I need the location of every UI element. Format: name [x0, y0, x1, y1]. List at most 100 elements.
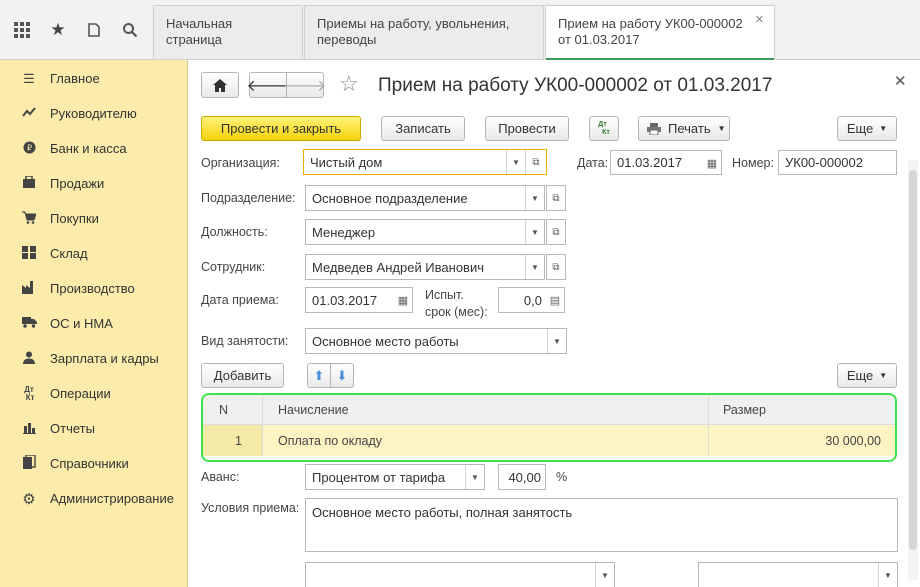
employment-value: Основное место работы: [312, 333, 459, 349]
chevron-down-icon[interactable]: ▼: [525, 255, 544, 279]
probation-label-1: Испыт.: [425, 288, 464, 302]
position-field[interactable]: Менеджер ▼: [305, 219, 545, 245]
table-more-button[interactable]: Еще ▼: [837, 363, 897, 388]
chevron-down-icon[interactable]: ▼: [595, 563, 614, 587]
dropdown-icon[interactable]: ▼: [506, 150, 525, 174]
probation-field[interactable]: 0,0 ▤: [498, 287, 565, 313]
tab-hiring-list[interactable]: Приемы на работу, увольнения, переводы: [304, 5, 544, 59]
menu-icon: ☰: [23, 70, 35, 86]
home-icon: [213, 78, 227, 92]
more-button[interactable]: Еще ▼: [837, 116, 897, 141]
chevron-down-icon[interactable]: ▼: [547, 329, 566, 353]
hire-date-field[interactable]: 01.03.2017 ▦: [305, 287, 413, 313]
advance-value-field[interactable]: 40,00: [498, 464, 546, 490]
open-icon[interactable]: ⧉: [546, 185, 566, 211]
cut-off-field[interactable]: ▼: [305, 562, 615, 587]
save-button[interactable]: Записать: [381, 116, 465, 141]
date-value: 01.03.2017: [617, 155, 683, 170]
vertical-scrollbar[interactable]: [908, 160, 918, 580]
move-down-button[interactable]: ⬇: [330, 363, 354, 388]
row-accrual[interactable]: Оплата по окладу: [263, 425, 709, 456]
column-header-n[interactable]: N: [203, 395, 263, 424]
table-row[interactable]: 1 Оплата по окладу 30 000,00: [203, 425, 895, 456]
sidebar-item-warehouse[interactable]: Склад: [0, 236, 187, 271]
organization-field[interactable]: Чистый дом ▼ ⧉: [303, 149, 547, 175]
employee-field[interactable]: Медведев Андрей Иванович ▼: [305, 254, 545, 280]
cut-off-field-right[interactable]: ▼: [698, 562, 898, 587]
column-header-accrual[interactable]: Начисление: [263, 395, 709, 424]
conditions-textarea[interactable]: Основное место работы, полная занятость: [305, 498, 898, 552]
print-button[interactable]: Печать ▼: [638, 116, 730, 141]
tab-home[interactable]: Начальная страница: [153, 5, 303, 59]
calendar-icon[interactable]: ▦: [704, 155, 720, 171]
sidebar-item-purchases[interactable]: Покупки: [0, 201, 187, 236]
open-icon[interactable]: ⧉: [546, 254, 566, 280]
trend-icon: [20, 106, 38, 121]
search-icon[interactable]: [112, 12, 148, 48]
sidebar-item-assets[interactable]: ОС и НМА: [0, 306, 187, 341]
chevron-down-icon: ▼: [879, 124, 888, 133]
star-icon[interactable]: ★: [40, 12, 76, 48]
page-title: Прием на работу УК00-000002 от 01.03.201…: [378, 75, 773, 96]
number-value: УК00-000002: [785, 155, 863, 170]
open-icon[interactable]: ⧉: [525, 150, 546, 174]
more-label: Еще: [846, 121, 874, 136]
add-button[interactable]: Добавить: [201, 363, 284, 388]
apps-grid-icon[interactable]: [4, 12, 40, 48]
sidebar-item-main[interactable]: ☰ Главное: [0, 61, 187, 96]
dt-kt-button[interactable]: Дт Кт: [589, 116, 619, 141]
sidebar-item-admin[interactable]: ⚙ Администрирование: [0, 481, 187, 516]
department-field[interactable]: Основное подразделение ▼: [305, 185, 545, 211]
date-field[interactable]: 01.03.2017 ▦: [610, 150, 722, 175]
chevron-down-icon[interactable]: ▼: [525, 186, 544, 210]
calculator-icon[interactable]: ▤: [547, 292, 563, 308]
calendar-icon[interactable]: ▦: [395, 292, 411, 308]
close-icon[interactable]: ✕: [755, 12, 764, 28]
favorite-star-icon[interactable]: ☆: [339, 71, 359, 97]
history-icon[interactable]: [76, 12, 112, 48]
gear-icon: ⚙: [22, 490, 36, 508]
open-icon[interactable]: ⧉: [546, 219, 566, 245]
number-field[interactable]: УК00-000002: [778, 150, 897, 175]
move-up-button[interactable]: ⬆: [307, 363, 331, 388]
sidebar-item-operations[interactable]: Дт Кт Операции: [0, 376, 187, 411]
sidebar-item-label: Банк и касса: [50, 141, 127, 156]
people-icon: [20, 351, 38, 367]
tab-hiring-document[interactable]: Прием на работу УК00-000002 от 01.03.201…: [545, 5, 775, 61]
sidebar-item-bank[interactable]: ₽ Банк и касса: [0, 131, 187, 166]
organization-value: Чистый дом: [310, 154, 383, 170]
sidebar-item-label: Операции: [50, 386, 111, 401]
sidebar-item-label: Склад: [50, 246, 88, 261]
post-button[interactable]: Провести: [485, 116, 569, 141]
sidebar-item-label: Отчеты: [50, 421, 95, 436]
chevron-down-icon[interactable]: ▼: [465, 465, 484, 489]
advance-type-field[interactable]: Процентом от тарифа ▼: [305, 464, 485, 490]
chevron-down-icon[interactable]: ▼: [525, 220, 544, 244]
column-header-amount[interactable]: Размер: [709, 395, 895, 424]
chevron-down-icon[interactable]: ▼: [878, 563, 897, 587]
scrollbar-thumb[interactable]: [909, 170, 917, 550]
forward-button[interactable]: 🡒: [284, 72, 326, 98]
probation-value: 0,0: [523, 292, 542, 308]
row-amount[interactable]: 30 000,00: [709, 425, 895, 456]
sidebar-item-reports[interactable]: Отчеты: [0, 411, 187, 446]
sidebar-item-production[interactable]: Производство: [0, 271, 187, 306]
sidebar-item-sales[interactable]: Продажи: [0, 166, 187, 201]
employment-field[interactable]: Основное место работы ▼: [305, 328, 567, 354]
arrow-down-icon: ⬇: [336, 367, 348, 383]
post-and-close-button[interactable]: Провести и закрыть: [201, 116, 361, 141]
date-label: Дата:: [577, 156, 609, 170]
home-button[interactable]: [201, 72, 239, 98]
more-label: Еще: [846, 368, 874, 383]
back-button[interactable]: 🡐: [247, 72, 289, 98]
advance-unit: %: [556, 470, 568, 484]
chevron-down-icon: ▼: [717, 124, 726, 133]
sidebar-item-manager[interactable]: Руководителю: [0, 96, 187, 131]
probation-label-2: срок (мес):: [425, 305, 488, 319]
sidebar-item-payroll[interactable]: Зарплата и кадры: [0, 341, 187, 376]
tab-label: Прием на работу УК00-000002 от 01.03.201…: [558, 16, 743, 47]
sidebar-item-label: Покупки: [50, 211, 99, 226]
sidebar-item-directories[interactable]: Справочники: [0, 446, 187, 481]
sidebar-item-label: Администрирование: [50, 491, 174, 506]
close-icon[interactable]: ✕: [894, 72, 907, 90]
